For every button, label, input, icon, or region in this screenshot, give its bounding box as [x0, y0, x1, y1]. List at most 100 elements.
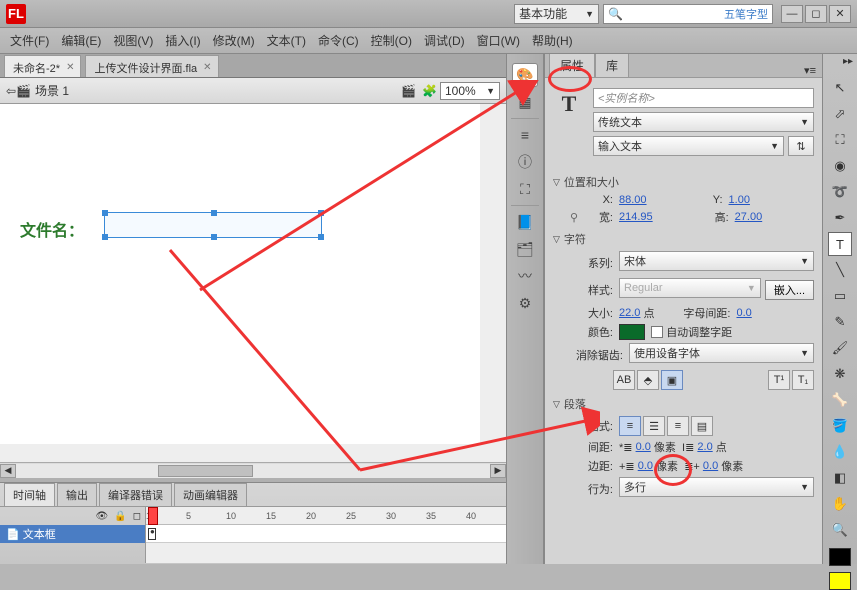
menu-edit[interactable]: 编辑(E) — [55, 30, 107, 51]
swatches-panel-icon[interactable]: ▦ — [512, 90, 538, 114]
align-justify[interactable]: ▤ — [691, 416, 713, 436]
w-value[interactable]: 214.95 — [619, 211, 653, 223]
zoom-tool[interactable]: 🔍 — [828, 518, 852, 542]
transform-panel-icon[interactable]: ⛶ — [512, 177, 538, 201]
playhead[interactable] — [148, 507, 158, 525]
embed-button[interactable]: 嵌入... — [765, 280, 814, 300]
superscript-toggle[interactable]: T¹ — [768, 370, 790, 390]
menu-help[interactable]: 帮助(H) — [526, 30, 579, 51]
edit-symbol-icon[interactable]: 🧩 — [422, 84, 437, 98]
collapse-icon[interactable]: ▸▸ — [843, 56, 853, 67]
minimize-button[interactable]: — — [781, 5, 803, 23]
rectangle-tool[interactable]: ▭ — [828, 284, 852, 308]
menu-ctrl[interactable]: 控制(O) — [365, 30, 418, 51]
stroke-color-swatch[interactable] — [829, 548, 851, 566]
menu-text[interactable]: 文本(T) — [261, 30, 312, 51]
indent-value[interactable]: 0.0 — [636, 441, 651, 453]
stage[interactable]: 文件名： — [0, 104, 480, 444]
leading-value[interactable]: 2.0 — [697, 441, 712, 453]
close-button[interactable]: ✕ — [829, 5, 851, 23]
hand-tool[interactable]: ✋ — [828, 492, 852, 516]
tab-properties[interactable]: 属性 — [549, 54, 595, 77]
section-character[interactable]: ▽字符 — [553, 231, 814, 247]
components-panel-icon[interactable]: 🗂 — [512, 237, 538, 261]
text-color-swatch[interactable] — [619, 324, 645, 340]
antialias-dropdown[interactable]: 使用设备字体▼ — [629, 343, 814, 363]
bone-tool[interactable]: 🦴 — [828, 388, 852, 412]
selection-tool[interactable]: ↖ — [828, 76, 852, 100]
text-engine-dropdown[interactable]: 传统文本▼ — [593, 112, 814, 132]
code-panel-icon[interactable]: 📘 — [512, 210, 538, 234]
x-value[interactable]: 88.00 — [619, 194, 647, 206]
close-tab-icon[interactable]: ✕ — [66, 62, 74, 73]
motion-panel-icon[interactable]: 〰 — [512, 264, 538, 288]
menu-modify[interactable]: 修改(M) — [207, 30, 261, 51]
tab-output[interactable]: 输出 — [57, 483, 97, 506]
close-tab-icon[interactable]: ✕ — [203, 62, 211, 73]
html-toggle[interactable]: ⬘ — [637, 370, 659, 390]
align-left[interactable]: ≡ — [619, 416, 641, 436]
border-toggle[interactable]: ▣ — [661, 370, 683, 390]
menu-insert[interactable]: 插入(I) — [159, 30, 206, 51]
doc-tab-2[interactable]: 上传文件设计界面.fla✕ — [85, 55, 218, 77]
margin-right-value[interactable]: 0.0 — [703, 460, 718, 472]
panel-menu-icon[interactable]: ▾≡ — [804, 64, 816, 77]
font-style-dropdown[interactable]: Regular▼ — [619, 278, 761, 298]
h-value[interactable]: 27.00 — [735, 211, 763, 223]
align-panel-icon[interactable]: ≡ — [512, 123, 538, 147]
link-wh-icon[interactable]: ⚲ — [567, 211, 581, 224]
menu-debug[interactable]: 调试(D) — [418, 30, 471, 51]
tab-timeline[interactable]: 时间轴 — [4, 483, 55, 506]
h-scrollbar[interactable]: ◀▶ — [0, 462, 506, 478]
eye-icon[interactable]: 👁 — [96, 511, 109, 522]
info-panel-icon[interactable]: ⓘ — [512, 150, 538, 174]
eyedropper-tool[interactable]: 💧 — [828, 440, 852, 464]
menu-view[interactable]: 视图(V) — [107, 30, 159, 51]
3d-rotate-tool[interactable]: ◉ — [828, 154, 852, 178]
subscript-toggle[interactable]: T₁ — [792, 370, 814, 390]
selectable-toggle[interactable]: AB — [613, 370, 635, 390]
font-family-dropdown[interactable]: 宋体▼ — [619, 251, 814, 271]
section-paragraph[interactable]: ▽段落 — [553, 396, 814, 412]
deco-tool[interactable]: ❋ — [828, 362, 852, 386]
margin-left-value[interactable]: 0.0 — [638, 460, 653, 472]
lock-icon[interactable]: 🔒 — [114, 511, 126, 522]
workspace-dropdown[interactable]: 基本功能▼ — [514, 4, 599, 24]
menu-file[interactable]: 文件(F) — [4, 30, 55, 51]
y-value[interactable]: 1.00 — [729, 194, 750, 206]
fill-color-swatch[interactable] — [829, 572, 851, 590]
instance-name-input[interactable]: <实例名称> — [593, 88, 814, 108]
align-center[interactable]: ☰ — [643, 416, 665, 436]
line-tool[interactable]: ╲ — [828, 258, 852, 282]
menu-window[interactable]: 窗口(W) — [471, 30, 526, 51]
search-input[interactable]: 🔍 五笔字型 — [603, 4, 773, 24]
back-icon[interactable]: ⇦ — [6, 84, 16, 98]
timeline-ruler[interactable]: 1510 152025 303540 — [146, 507, 506, 563]
pen-tool[interactable]: ✒ — [828, 206, 852, 230]
align-right[interactable]: ≡ — [667, 416, 689, 436]
section-position[interactable]: ▽位置和大小 — [553, 174, 814, 190]
eraser-tool[interactable]: ◧ — [828, 466, 852, 490]
menu-cmd[interactable]: 命令(C) — [312, 30, 365, 51]
text-type-dropdown[interactable]: 输入文本▼ — [593, 136, 784, 156]
free-transform-tool[interactable]: ⛶ — [828, 128, 852, 152]
frames-row[interactable] — [146, 525, 506, 543]
tab-library[interactable]: 库 — [595, 54, 629, 77]
stage-view[interactable]: 文件名： — [0, 104, 506, 462]
edit-scene-icon[interactable]: 🎬 — [401, 84, 416, 98]
autokern-checkbox[interactable] — [651, 326, 663, 338]
tab-motion-editor[interactable]: 动画编辑器 — [174, 483, 247, 506]
text-tool[interactable]: T — [828, 232, 852, 256]
maximize-button[interactable]: ◻ — [805, 5, 827, 23]
keyframe[interactable] — [148, 528, 156, 540]
letter-spacing-value[interactable]: 0.0 — [736, 307, 751, 319]
layer-row[interactable]: 📄 文本框 — [0, 525, 145, 543]
doc-tab-1[interactable]: 未命名-2*✕ — [4, 55, 81, 77]
brush-tool[interactable]: 🖌 — [828, 336, 852, 360]
behavior-dropdown[interactable]: 多行▼ — [619, 477, 814, 497]
lasso-tool[interactable]: ➰ — [828, 180, 852, 204]
font-size-value[interactable]: 22.0 — [619, 307, 640, 319]
paint-bucket-tool[interactable]: 🪣 — [828, 414, 852, 438]
color-panel-icon[interactable]: 🎨 — [512, 63, 538, 87]
project-panel-icon[interactable]: ⚙ — [512, 291, 538, 315]
